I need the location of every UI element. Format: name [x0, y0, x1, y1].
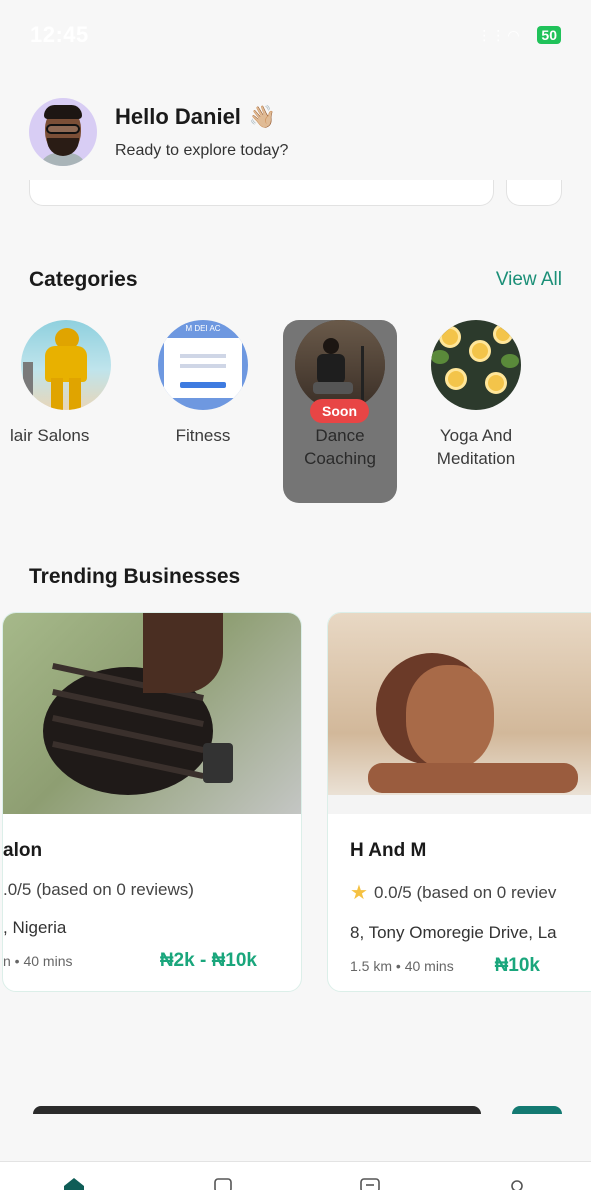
- category-fitness[interactable]: M DEI AC Fitness: [146, 320, 260, 447]
- wave-hand-icon: 👋🏼: [248, 104, 277, 129]
- battery-icon: 50: [537, 26, 561, 44]
- business-meta: n • 40 mins ₦2k - ₦10k: [3, 950, 279, 972]
- soon-badge: Soon: [310, 399, 369, 423]
- filter-button[interactable]: [506, 180, 562, 206]
- business-address: , Nigeria: [3, 918, 67, 937]
- hair-salon-photo-icon: [21, 320, 111, 410]
- messages-icon[interactable]: [359, 1176, 383, 1190]
- business-distance: 1.5 km • 40 mins: [350, 958, 454, 974]
- business-distance: n • 40 mins: [3, 953, 73, 969]
- dance-photo-icon: [295, 320, 385, 410]
- promo-banner-secondary[interactable]: [512, 1106, 562, 1114]
- trending-header: Trending Businesses: [29, 565, 562, 589]
- status-bar: 12:45 ⋮⋮ ◠ 50: [0, 0, 591, 70]
- trending-carousel[interactable]: alon .0/5 (based on 0 reviews) , Nigeria…: [0, 612, 591, 997]
- greeting-label: Hello Daniel: [115, 104, 241, 129]
- category-label-line2: Meditation: [436, 449, 516, 468]
- category-yoga-meditation[interactable]: Yoga And Meditation: [419, 320, 533, 470]
- business-details: alon .0/5 (based on 0 reviews) , Nigeria…: [3, 814, 301, 972]
- bookings-icon[interactable]: [212, 1176, 236, 1190]
- business-price: ₦10k: [494, 955, 540, 976]
- category-hair-salons[interactable]: lair Salons: [10, 320, 124, 447]
- avatar-glasses: [46, 124, 80, 134]
- categories-carousel[interactable]: lair Salons M DEI AC Fitness Soon Dance …: [0, 320, 591, 510]
- business-rating: .0/5 (based on 0 reviews): [3, 880, 279, 900]
- business-address: 8, Tony Omoregie Drive, La: [350, 923, 557, 942]
- category-label: Fitness: [175, 426, 231, 445]
- category-label: Dance Coaching: [283, 424, 397, 470]
- category-label: lair Salons: [10, 426, 90, 445]
- profile-icon[interactable]: [506, 1176, 530, 1190]
- greeting-header: Hello Daniel 👋🏼 Ready to explore today?: [29, 98, 288, 166]
- promo-banner[interactable]: [33, 1106, 481, 1114]
- business-photo-braids: [3, 613, 301, 814]
- greeting-title: Hello Daniel 👋🏼: [115, 104, 288, 130]
- yoga-photo-icon: [431, 320, 521, 410]
- status-time: 12:45: [30, 22, 89, 47]
- category-label-line1: Yoga And: [439, 426, 513, 445]
- business-photo-spa: [328, 613, 591, 814]
- trending-title: Trending Businesses: [29, 565, 241, 588]
- business-price: ₦2k - ₦10k: [159, 950, 257, 971]
- greeting-subtitle: Ready to explore today?: [115, 142, 289, 159]
- business-name: alon: [3, 840, 43, 861]
- business-card[interactable]: H And M ★ 0.0/5 (based on 0 reviev 8, To…: [327, 612, 591, 992]
- business-details: H And M ★ 0.0/5 (based on 0 reviev 8, To…: [328, 814, 591, 977]
- business-card[interactable]: alon .0/5 (based on 0 reviews) , Nigeria…: [2, 612, 302, 992]
- star-icon: ★: [350, 882, 368, 904]
- business-meta: 1.5 km • 40 mins ₦10k: [350, 955, 591, 977]
- greeting-text: Hello Daniel 👋🏼 Ready to explore today?: [115, 104, 288, 160]
- category-label-line1: Dance: [315, 426, 365, 445]
- business-name: H And M: [350, 840, 427, 861]
- signal-icon: ⋮⋮: [477, 27, 506, 43]
- category-label-line2: Coaching: [304, 449, 376, 468]
- search-bar[interactable]: [29, 180, 494, 206]
- status-icons: ⋮⋮ ◠ 50: [477, 26, 561, 44]
- home-icon[interactable]: [62, 1176, 86, 1190]
- fitness-photo-icon: M DEI AC: [158, 320, 248, 410]
- avatar-hair: [44, 105, 82, 119]
- rating-text: .0/5 (based on 0 reviews): [3, 880, 194, 899]
- category-dance-coaching[interactable]: Soon Dance Coaching: [283, 320, 397, 503]
- avatar[interactable]: [29, 98, 97, 166]
- categories-header: Categories View All: [29, 268, 562, 292]
- view-all-link[interactable]: View All: [496, 269, 562, 291]
- categories-title: Categories: [29, 268, 138, 291]
- business-rating: ★ 0.0/5 (based on 0 reviev: [350, 880, 591, 905]
- bottom-navigation: [0, 1161, 591, 1190]
- wifi-icon: ◠: [507, 27, 520, 43]
- rating-text: 0.0/5 (based on 0 reviev: [373, 882, 557, 902]
- category-label: Yoga And Meditation: [419, 424, 533, 470]
